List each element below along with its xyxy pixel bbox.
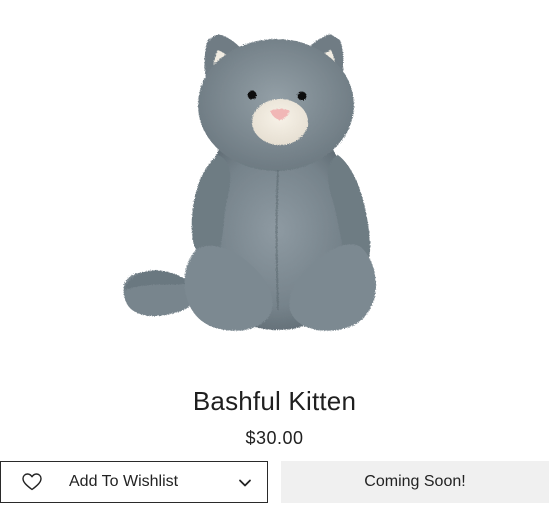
coming-soon-button[interactable]: Coming Soon! [281,461,549,503]
product-card: Bashful Kitten $30.00 Add To Wishlist Co… [0,0,549,507]
product-price: $30.00 [245,428,304,448]
heart-icon [22,473,42,491]
wishlist-label: Add To Wishlist [69,473,179,490]
chevron-down-icon[interactable] [238,476,252,490]
product-image[interactable] [100,20,449,345]
product-title: Bashful Kitten [192,386,357,416]
add-to-wishlist-button[interactable]: Add To Wishlist [0,461,268,503]
